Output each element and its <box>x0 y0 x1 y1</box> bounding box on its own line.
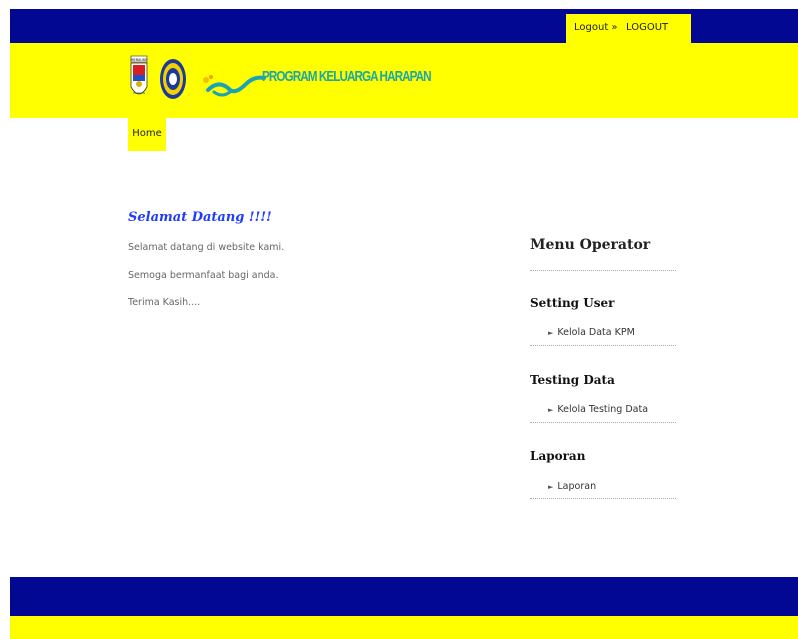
welcome-line: Semoga bermanfaat bagi anda. <box>128 270 279 281</box>
welcome-line: Terima Kasih.... <box>128 297 201 308</box>
menu-divider <box>530 422 676 423</box>
menu-operator-title: Menu Operator <box>530 237 651 253</box>
menu-divider <box>530 498 676 499</box>
brand-title: PROGRAM KELUARGA HARAPAN <box>262 68 432 85</box>
menu-divider <box>530 270 676 271</box>
section-title-laporan: Laporan <box>530 449 586 463</box>
nav-home-tab[interactable]: Home <box>128 118 166 151</box>
logout-link[interactable]: Logout » <box>574 22 618 33</box>
bullet-icon: ► <box>548 329 554 337</box>
welcome-line: Selamat datang di website kami. <box>128 242 285 253</box>
footer-navy-band <box>10 577 798 616</box>
merauke-seal-logo: MERAUKE <box>131 55 148 95</box>
menu-link-kelola-data-kpm[interactable]: ► Kelola Data KPM <box>548 327 635 338</box>
menu-link-laporan[interactable]: ► Laporan <box>548 481 596 492</box>
section-title-testing-data: Testing Data <box>530 373 615 387</box>
bullet-icon: ► <box>548 406 554 414</box>
bullet-icon: ► <box>548 483 554 491</box>
footer-yellow-band <box>10 616 798 639</box>
kemensos-round-logo <box>160 59 186 99</box>
pkh-swoosh-logo <box>203 75 266 97</box>
logout-button[interactable]: LOGOUT <box>626 22 668 33</box>
welcome-title: Selamat Datang !!!! <box>128 210 272 225</box>
section-title-setting-user: Setting User <box>530 296 615 310</box>
menu-link-kelola-testing-data[interactable]: ► Kelola Testing Data <box>548 404 648 415</box>
svg-text:MERAUKE: MERAUKE <box>131 58 148 62</box>
logout-box: Logout » LOGOUT <box>566 14 691 43</box>
menu-divider <box>530 345 676 346</box>
